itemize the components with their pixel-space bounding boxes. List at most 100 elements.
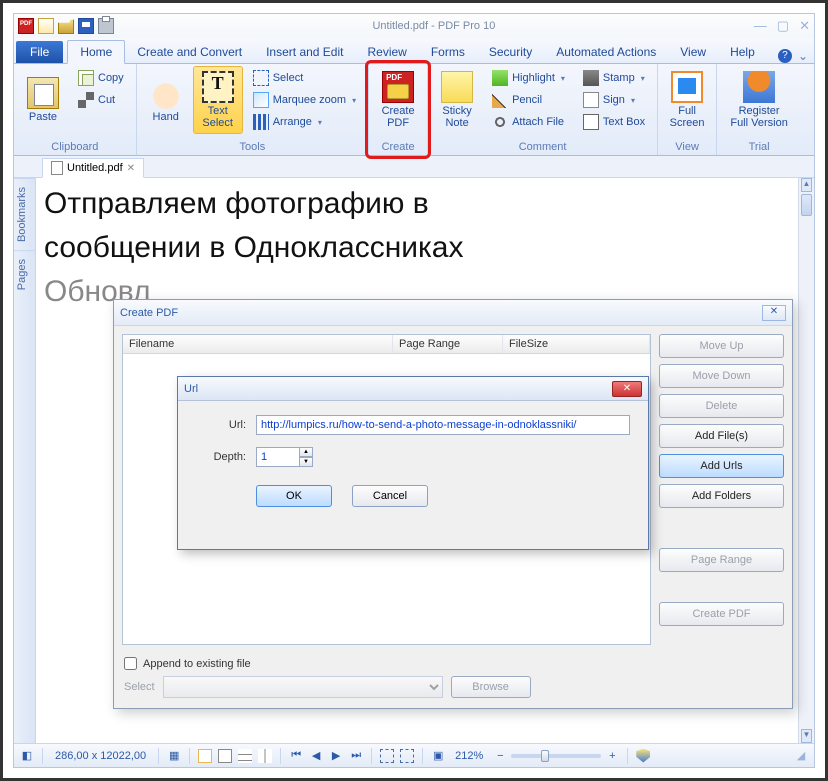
- header-filename[interactable]: Filename: [123, 335, 393, 353]
- hand-tool-button[interactable]: Hand: [141, 66, 191, 134]
- marquee-zoom-button[interactable]: Marquee zoom▾: [249, 90, 360, 110]
- status-generic-icon[interactable]: ▦: [165, 747, 183, 765]
- last-page-icon[interactable]: ⏭: [347, 747, 365, 765]
- register-full-version-button[interactable]: Register Full Version: [721, 66, 797, 134]
- document-icon: [51, 161, 63, 175]
- status-resize-grip[interactable]: ◢: [792, 747, 810, 765]
- sign-button[interactable]: Sign▾: [579, 90, 649, 110]
- move-up-button[interactable]: Move Up: [659, 334, 784, 358]
- url-dialog-title-bar[interactable]: Url ✕: [178, 377, 648, 401]
- pages-panel-tab[interactable]: Pages: [14, 250, 35, 298]
- create-pdf-icon: [382, 71, 414, 103]
- create-pdf-action-button[interactable]: Create PDF: [659, 602, 784, 626]
- highlight-button[interactable]: Highlight▾: [488, 68, 569, 88]
- paste-icon: [27, 77, 59, 109]
- tab-automated-actions[interactable]: Automated Actions: [544, 41, 668, 63]
- zoom-in-icon[interactable]: +: [603, 747, 621, 765]
- group-trial: Register Full Version Trial: [717, 64, 801, 155]
- status-bar: ◧ 286,00 x 12022,00 ▦ ⏮ ◀ ▶ ⏭ ▣ 212% − +…: [14, 743, 814, 767]
- tab-review[interactable]: Review: [355, 41, 418, 63]
- help-icon[interactable]: ?: [778, 49, 792, 63]
- prev-page-icon[interactable]: ◀: [307, 747, 325, 765]
- zoom-value: 212%: [449, 750, 489, 762]
- sticky-note-button[interactable]: Sticky Note: [432, 66, 482, 134]
- tab-security[interactable]: Security: [477, 41, 544, 63]
- create-pdf-dialog-close-icon[interactable]: ✕: [762, 305, 786, 321]
- append-to-existing-label: Append to existing file: [143, 658, 251, 670]
- hand-icon: [150, 77, 182, 109]
- zoom-slider-thumb[interactable]: [541, 750, 549, 762]
- page-layout-single-icon[interactable]: [196, 747, 214, 765]
- ribbon-minimize-icon[interactable]: ⌄: [798, 49, 808, 63]
- qat-new-icon[interactable]: [38, 18, 54, 34]
- file-tab[interactable]: File: [16, 41, 63, 63]
- tab-home[interactable]: Home: [67, 40, 125, 64]
- move-down-button[interactable]: Move Down: [659, 364, 784, 388]
- page-layout-facing-icon[interactable]: [256, 747, 274, 765]
- zoom-out-icon[interactable]: −: [491, 747, 509, 765]
- fit-page-icon[interactable]: [398, 747, 416, 765]
- delete-button[interactable]: Delete: [659, 394, 784, 418]
- copy-button[interactable]: Copy: [74, 68, 128, 88]
- file-list-headers: Filename Page Range FileSize: [123, 335, 650, 354]
- depth-spin-down[interactable]: ▼: [299, 457, 313, 467]
- qat-save-icon[interactable]: [78, 18, 94, 34]
- url-input[interactable]: [256, 415, 630, 435]
- paste-button[interactable]: Paste: [18, 66, 68, 134]
- add-urls-button[interactable]: Add Urls: [659, 454, 784, 478]
- close-button[interactable]: ✕: [799, 18, 810, 34]
- fit-width-icon[interactable]: [378, 747, 396, 765]
- qat-print-icon[interactable]: [98, 18, 114, 34]
- add-folders-button[interactable]: Add Folders: [659, 484, 784, 508]
- select-tool-button[interactable]: Select: [249, 68, 360, 88]
- scroll-up-icon[interactable]: ▲: [801, 178, 812, 192]
- group-comment: Sticky Note Highlight▾ Pencil Attach Fil…: [428, 64, 658, 155]
- stamp-button[interactable]: Stamp▾: [579, 68, 649, 88]
- depth-input[interactable]: [256, 447, 300, 467]
- full-screen-button[interactable]: Full Screen: [662, 66, 712, 134]
- url-dialog-close-icon[interactable]: ✕: [612, 381, 642, 397]
- document-tab[interactable]: Untitled.pdf ✕: [42, 158, 144, 178]
- scroll-down-icon[interactable]: ▼: [801, 729, 812, 743]
- text-select-button[interactable]: Text Select: [193, 66, 243, 134]
- vertical-scrollbar[interactable]: ▲ ▼: [798, 178, 814, 743]
- qat-open-icon[interactable]: [58, 18, 74, 34]
- text-box-button[interactable]: Text Box: [579, 112, 649, 132]
- security-shield-icon[interactable]: [634, 747, 652, 765]
- create-pdf-dialog-title-bar[interactable]: Create PDF ✕: [114, 300, 792, 326]
- tab-insert-edit[interactable]: Insert and Edit: [254, 41, 355, 63]
- pencil-button[interactable]: Pencil: [488, 90, 569, 110]
- page-layout-single2-icon[interactable]: [216, 747, 234, 765]
- document-tabstrip: Untitled.pdf ✕: [14, 156, 814, 178]
- arrange-button[interactable]: Arrange▾: [249, 112, 360, 132]
- cut-button[interactable]: Cut: [74, 90, 128, 110]
- zoom-slider[interactable]: [511, 754, 601, 758]
- append-to-existing-checkbox[interactable]: [124, 657, 137, 670]
- tab-forms[interactable]: Forms: [419, 41, 477, 63]
- browse-button[interactable]: Browse: [451, 676, 531, 698]
- next-page-icon[interactable]: ▶: [327, 747, 345, 765]
- status-panel-toggle[interactable]: ◧: [18, 747, 36, 765]
- depth-spin-up[interactable]: ▲: [299, 447, 313, 457]
- minimize-button[interactable]: —: [754, 18, 767, 34]
- add-files-button[interactable]: Add File(s): [659, 424, 784, 448]
- header-pagerange[interactable]: Page Range: [393, 335, 503, 353]
- tab-help[interactable]: Help: [718, 41, 767, 63]
- actual-size-icon[interactable]: ▣: [429, 747, 447, 765]
- url-ok-button[interactable]: OK: [256, 485, 332, 507]
- bookmarks-panel-tab[interactable]: Bookmarks: [14, 178, 35, 250]
- scroll-thumb[interactable]: [801, 194, 812, 216]
- page-range-button[interactable]: Page Range: [659, 548, 784, 572]
- first-page-icon[interactable]: ⏮: [287, 747, 305, 765]
- group-create: Create PDF Create: [369, 64, 428, 155]
- document-tab-close-icon[interactable]: ✕: [127, 163, 135, 174]
- maximize-button[interactable]: ▢: [777, 18, 789, 34]
- create-pdf-button[interactable]: Create PDF: [373, 66, 423, 134]
- attach-file-button[interactable]: Attach File: [488, 112, 569, 132]
- tab-create-convert[interactable]: Create and Convert: [125, 41, 254, 63]
- select-existing-file-dropdown[interactable]: [163, 676, 443, 698]
- url-cancel-button[interactable]: Cancel: [352, 485, 428, 507]
- header-filesize[interactable]: FileSize: [503, 335, 650, 353]
- tab-view[interactable]: View: [668, 41, 718, 63]
- page-layout-continuous-icon[interactable]: [236, 747, 254, 765]
